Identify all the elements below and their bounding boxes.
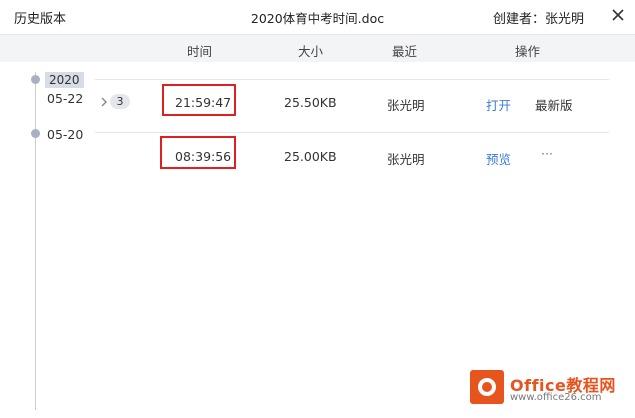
version-size: 25.50KB	[284, 95, 337, 110]
highlight-box	[162, 84, 236, 116]
year-tag: 2020	[45, 72, 84, 88]
timeline-dot	[31, 129, 40, 138]
column-header-row: 时间 大小 最近 操作	[0, 34, 635, 62]
version-user: 张光明	[387, 98, 425, 113]
date-label: 05-22	[47, 91, 84, 106]
close-icon[interactable]	[609, 6, 627, 24]
preview-link[interactable]: 预览	[486, 149, 511, 168]
watermark-sub: www.office26.com	[510, 392, 602, 403]
version-count-badge: 3	[110, 94, 130, 109]
date-label: 05-20	[47, 127, 84, 142]
timeline-line	[35, 72, 36, 410]
version-user: 张光明	[387, 152, 425, 167]
office-logo-icon	[470, 370, 504, 404]
column-header-time: 时间	[187, 44, 213, 59]
chevron-right-icon[interactable]	[99, 94, 109, 108]
separator	[95, 132, 609, 133]
timeline-dot	[31, 75, 40, 84]
version-size: 25.00KB	[284, 149, 337, 164]
latest-version-tag: 最新版	[535, 98, 573, 113]
highlight-box	[160, 136, 236, 169]
more-options-icon[interactable]: ···	[541, 146, 553, 161]
open-link[interactable]: 打开	[486, 95, 511, 114]
column-header-actions: 操作	[515, 44, 541, 59]
column-header-recent: 最近	[392, 44, 418, 59]
column-header-size: 大小	[298, 44, 324, 59]
title-bar: 历史版本 2020体育中考时间.doc 创建者：张光明	[0, 0, 635, 34]
creator-label: 创建者：张光明	[493, 12, 585, 27]
separator	[95, 79, 609, 80]
watermark: Office教程网 www.office26.com	[470, 366, 630, 412]
